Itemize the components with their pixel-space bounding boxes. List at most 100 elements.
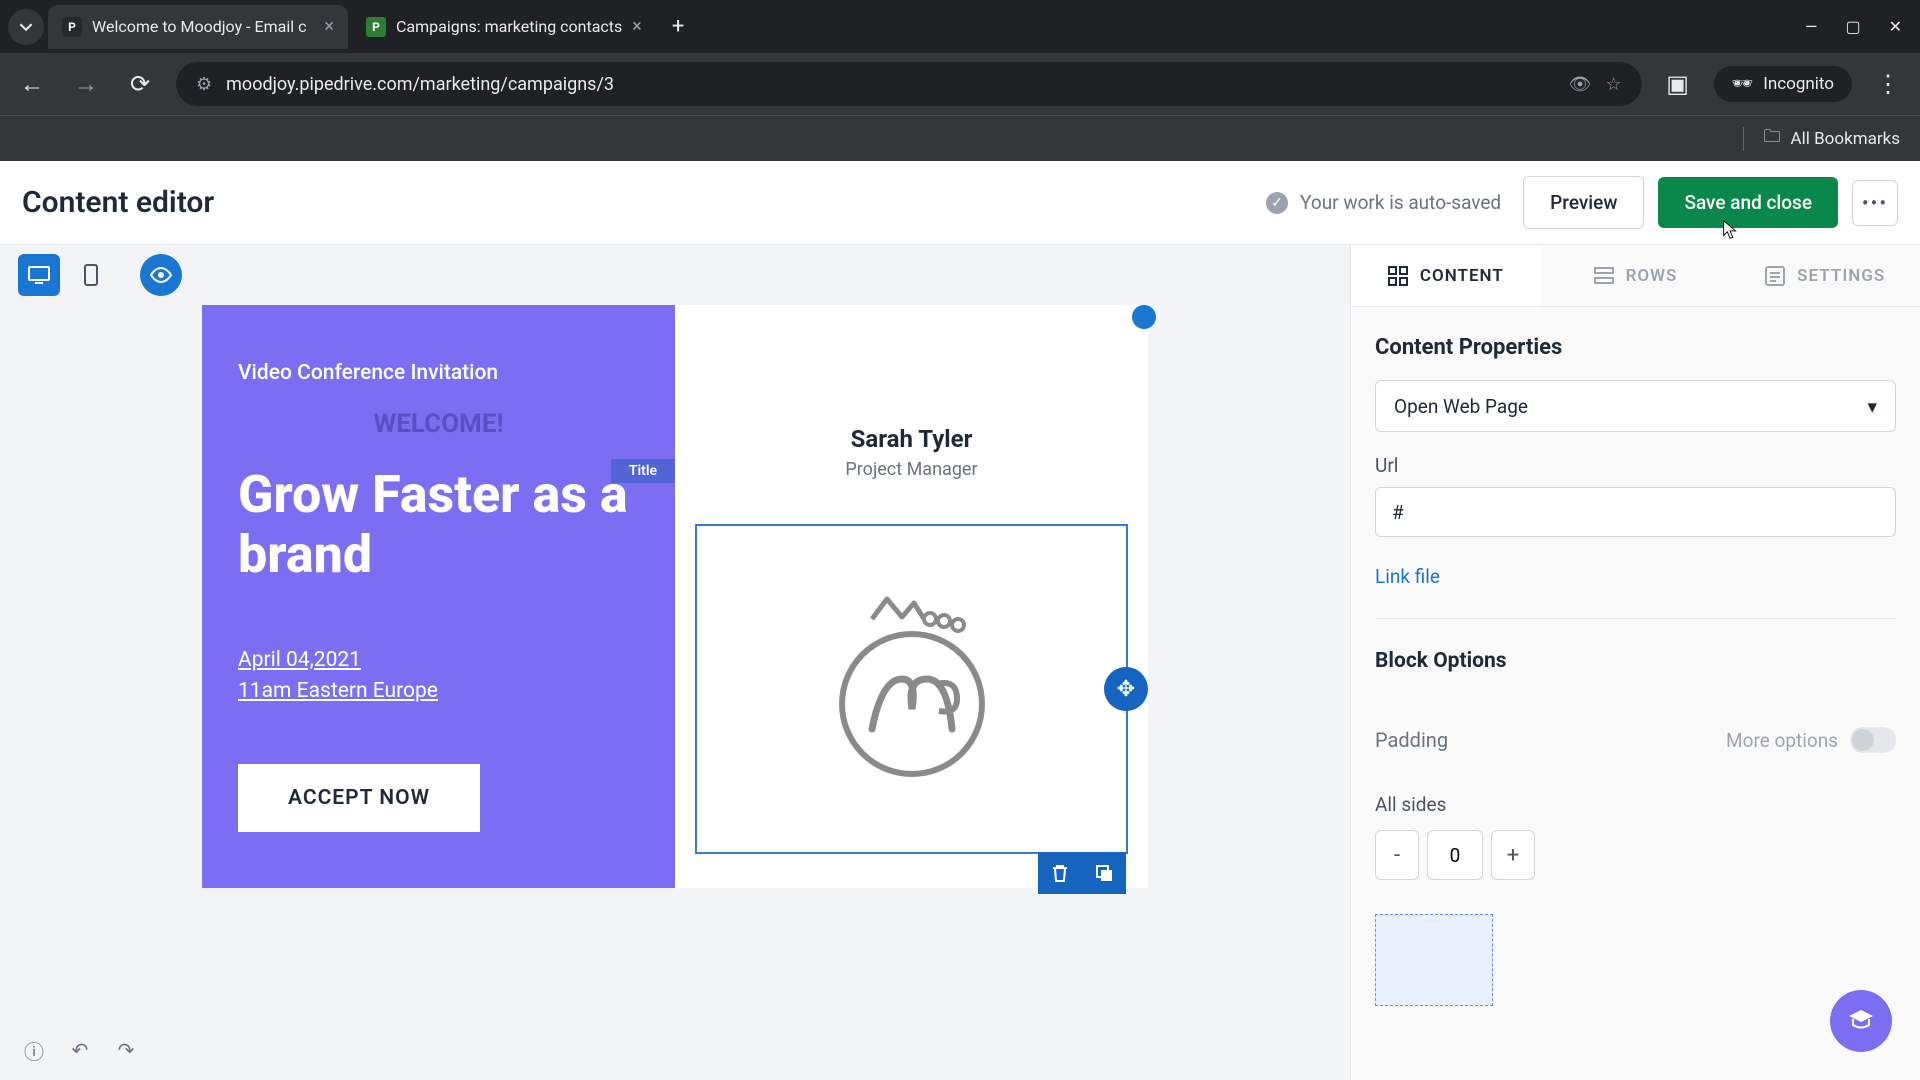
more-options-label: More options — [1726, 729, 1838, 752]
padding-decrement[interactable]: - — [1375, 830, 1419, 880]
desktop-view-button[interactable] — [18, 254, 60, 296]
url-label: Url — [1375, 454, 1896, 477]
app: Content editor ✓ Your work is auto-saved… — [0, 161, 1920, 1080]
padding-stepper: - + — [1375, 830, 1896, 880]
incognito-badge[interactable]: 🕶 Incognito — [1714, 66, 1852, 102]
bookmark-star-icon[interactable]: ☆ — [1606, 74, 1622, 95]
more-actions-button[interactable]: ••• — [1852, 180, 1898, 226]
grid-icon — [1388, 266, 1408, 286]
save-and-close-button[interactable]: Save and close — [1658, 177, 1838, 228]
url-input[interactable] — [1375, 487, 1896, 537]
back-button[interactable]: ← — [14, 66, 50, 102]
maximize-icon[interactable]: ▢ — [1845, 17, 1860, 36]
check-icon: ✓ — [1266, 192, 1288, 214]
undo-button[interactable]: ↶ — [64, 1034, 96, 1066]
duplicate-block-button[interactable] — [1082, 852, 1126, 894]
mobile-view-button[interactable] — [70, 254, 112, 296]
tab-label: ROWS — [1626, 266, 1678, 286]
incognito-label: Incognito — [1763, 74, 1834, 94]
accept-now-button[interactable]: ACCEPT NOW — [238, 764, 480, 832]
divider — [1743, 127, 1744, 151]
event-date: April 04,2021 — [238, 645, 639, 677]
link-file-link[interactable]: Link file — [1375, 565, 1440, 588]
move-handle[interactable]: ✥ — [1104, 667, 1148, 711]
delete-block-button[interactable] — [1038, 852, 1082, 894]
chevron-down-icon: ▾ — [1867, 395, 1877, 418]
help-fab[interactable] — [1830, 990, 1892, 1052]
email-left-column[interactable]: Video Conference Invitation WELCOME! Tit… — [202, 305, 675, 888]
canvas-area: Video Conference Invitation WELCOME! Tit… — [0, 245, 1350, 1080]
device-toolbar — [0, 245, 1350, 305]
preview-toggle-button[interactable] — [140, 254, 182, 296]
tab-settings[interactable]: SETTINGS — [1730, 245, 1920, 306]
tab-close-icon[interactable]: × — [632, 16, 642, 37]
image-block-selected[interactable]: ✥ — [695, 524, 1128, 854]
tab-favicon: P — [366, 17, 386, 37]
tab-title: Campaigns: marketing contacts — [396, 17, 622, 36]
event-datetime[interactable]: April 04,2021 11am Eastern Europe — [238, 645, 639, 708]
padding-increment[interactable]: + — [1491, 830, 1535, 880]
canvas-bottom-toolbar: ⓘ ↶ ↷ — [18, 1034, 142, 1066]
site-settings-icon[interactable]: ⚙ — [196, 74, 212, 95]
academy-icon — [1846, 1006, 1876, 1036]
minimize-icon[interactable]: — — [1805, 17, 1818, 36]
eye-off-icon[interactable]: 👁 — [1569, 74, 1592, 95]
properties-panel: CONTENT ROWS SETTINGS Content Properties… — [1350, 245, 1920, 1080]
invite-label: Video Conference Invitation — [238, 361, 639, 385]
tab-rows[interactable]: ROWS — [1541, 245, 1731, 306]
tab-label: SETTINGS — [1797, 266, 1885, 286]
all-bookmarks-link[interactable]: All Bookmarks — [1791, 129, 1900, 149]
chrome-menu-icon[interactable]: ⋮ — [1870, 66, 1906, 102]
more-options-toggle[interactable] — [1850, 727, 1896, 753]
all-sides-label: All sides — [1375, 793, 1896, 816]
incognito-icon: 🕶 — [1732, 74, 1754, 94]
reload-button[interactable]: ⟳ — [122, 66, 158, 102]
more-options-toggle-group: More options — [1726, 727, 1896, 753]
tab-favicon: P — [62, 17, 82, 37]
mobile-icon — [84, 264, 98, 286]
close-window-icon[interactable]: ✕ — [1889, 17, 1902, 36]
redo-button[interactable]: ↷ — [110, 1034, 142, 1066]
tab-content[interactable]: CONTENT — [1351, 245, 1541, 306]
title-badge: Title — [611, 459, 675, 483]
bookmarks-bar: 🗀 All Bookmarks — [0, 115, 1920, 161]
preview-button[interactable]: Preview — [1523, 176, 1644, 229]
address-bar[interactable]: ⚙ moodjoy.pipedrive.com/marketing/campai… — [176, 62, 1642, 106]
app-body: Video Conference Invitation WELCOME! Tit… — [0, 245, 1920, 1080]
person-name: Sarah Tyler — [695, 425, 1128, 453]
copy-icon — [1094, 863, 1114, 883]
tab-title: Welcome to Moodjoy - Email c — [92, 17, 314, 36]
email-right-column[interactable]: Sarah Tyler Project Manager — [675, 305, 1148, 888]
info-button[interactable]: ⓘ — [18, 1034, 50, 1066]
app-header: Content editor ✓ Your work is auto-saved… — [0, 161, 1920, 245]
desktop-icon — [28, 266, 50, 284]
new-tab-button[interactable]: + — [660, 14, 696, 39]
tab-close-icon[interactable]: × — [324, 16, 334, 37]
event-time: 11am Eastern Europe — [238, 676, 639, 708]
trash-icon — [1051, 863, 1069, 883]
forward-button[interactable]: → — [68, 66, 104, 102]
email-canvas[interactable]: Video Conference Invitation WELCOME! Tit… — [0, 305, 1350, 1080]
panel-body: Content Properties Open Web Page ▾ Url L… — [1351, 307, 1920, 1080]
block-actions — [1038, 852, 1126, 894]
person-role: Project Manager — [695, 459, 1128, 480]
settings-list-icon — [1765, 266, 1785, 286]
side-panel-icon[interactable]: ▣ — [1660, 66, 1696, 102]
browser-tab-active[interactable]: P Welcome to Moodjoy - Email c × — [48, 5, 348, 49]
action-select[interactable]: Open Web Page ▾ — [1375, 380, 1896, 432]
divider — [1375, 618, 1896, 619]
select-value: Open Web Page — [1394, 395, 1528, 418]
autosave-status: ✓ Your work is auto-saved — [1266, 191, 1501, 214]
folder-icon: 🗀 — [1764, 124, 1781, 153]
padding-row: Padding More options — [1375, 727, 1896, 753]
chevron-down-icon — [19, 20, 33, 34]
tab-search-button[interactable] — [8, 9, 44, 45]
padding-value[interactable] — [1427, 830, 1483, 880]
padding-preview — [1375, 914, 1493, 1006]
headline-text[interactable]: Grow Faster as a brand — [238, 465, 639, 585]
content-properties-title: Content Properties — [1375, 335, 1896, 360]
rows-icon — [1594, 266, 1614, 286]
block-options-title: Block Options — [1375, 649, 1896, 673]
browser-tab[interactable]: P Campaigns: marketing contacts × — [352, 5, 656, 49]
placeholder-logo-icon — [812, 589, 1012, 789]
